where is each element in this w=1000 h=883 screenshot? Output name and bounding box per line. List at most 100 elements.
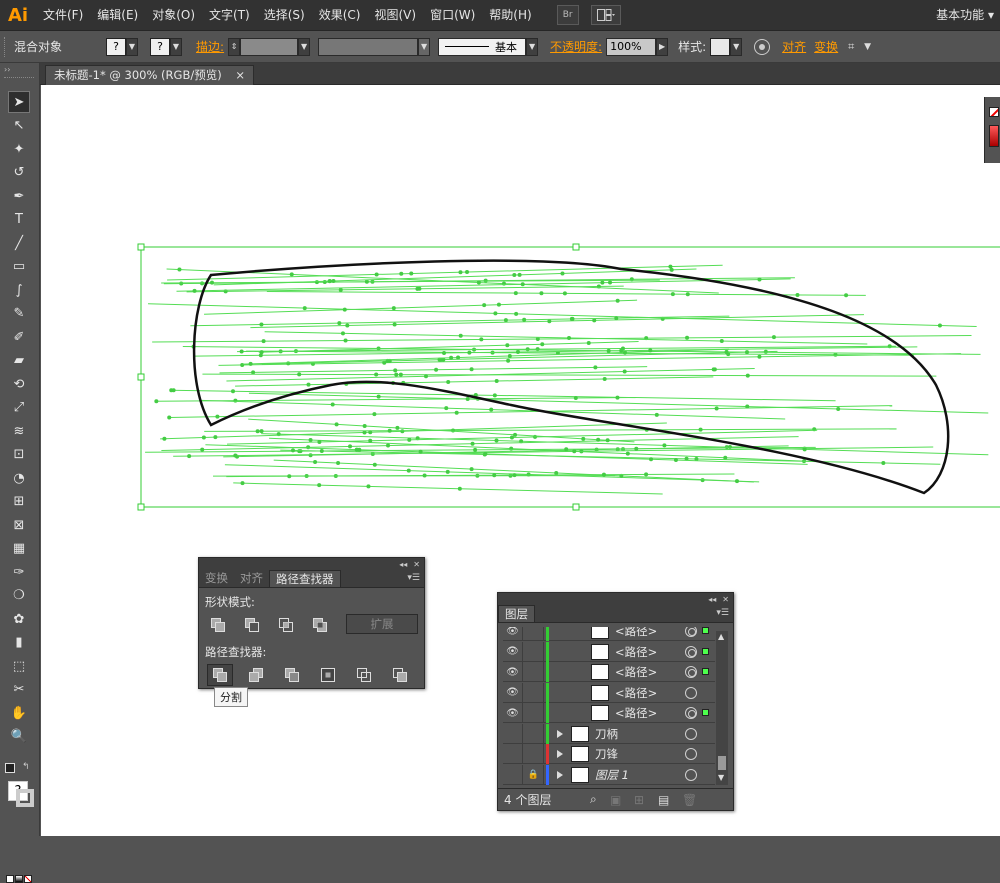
anchor-point[interactable] (547, 319, 551, 323)
anchor-point[interactable] (539, 291, 543, 295)
anchor-point[interactable] (202, 436, 206, 440)
anchor-point[interactable] (508, 354, 512, 358)
anchor-point[interactable] (746, 374, 750, 378)
chevron-down-icon[interactable]: ▼ (730, 38, 742, 56)
lock-toggle[interactable] (524, 662, 544, 682)
anchor-point[interactable] (715, 406, 719, 410)
rotate-tool-icon[interactable]: ⟲ (8, 373, 30, 395)
anchor-point[interactable] (757, 355, 761, 359)
anchor-point[interactable] (479, 337, 483, 341)
line-tool-icon[interactable]: ╱ (8, 232, 30, 254)
blend-path[interactable] (225, 465, 759, 482)
layer-name[interactable]: <路径> (615, 703, 657, 723)
layer-name[interactable]: 图层 1 (595, 765, 629, 785)
control-panel-menu-icon[interactable]: ▼ (864, 42, 871, 52)
anchor-point[interactable] (671, 292, 675, 296)
anchor-point[interactable] (482, 303, 486, 307)
target-circle-icon[interactable] (685, 728, 697, 740)
document-tab[interactable]: 未标题-1* @ 300% (RGB/预览) × (45, 65, 254, 85)
stroke-unknown-icon[interactable] (16, 789, 34, 807)
anchor-point[interactable] (444, 406, 448, 410)
anchor-point[interactable] (303, 306, 307, 310)
anchor-point[interactable] (685, 336, 689, 340)
anchor-point[interactable] (423, 474, 427, 478)
anchor-point[interactable] (331, 403, 335, 407)
layer-name[interactable]: <路径> (615, 627, 657, 641)
anchor-point[interactable] (512, 273, 516, 277)
blend-tool-icon[interactable]: ❍ (8, 585, 30, 607)
anchor-point[interactable] (670, 268, 674, 272)
path-row[interactable]: 👁<路径> (503, 703, 715, 723)
transform-link[interactable]: 变换 (814, 38, 838, 55)
eyedropper-tool-icon[interactable]: ✑ (8, 561, 30, 583)
anchor-point[interactable] (514, 312, 518, 316)
anchor-point[interactable] (483, 452, 487, 456)
anchor-point[interactable] (458, 270, 462, 274)
anchor-point[interactable] (713, 367, 717, 371)
anchor-point[interactable] (231, 389, 235, 393)
stroke-weight-stepper[interactable]: ⇕ (228, 38, 240, 56)
anchor-point[interactable] (655, 413, 659, 417)
delete-layer-icon[interactable]: 🗑 (682, 793, 702, 807)
anchor-point[interactable] (394, 373, 398, 377)
layer-row[interactable]: 刀锋 (503, 744, 715, 764)
anchor-point[interactable] (536, 347, 540, 351)
make-clipping-mask-icon[interactable]: ▣ (610, 793, 634, 807)
anchor-point[interactable] (331, 279, 335, 283)
anchor-point[interactable] (570, 317, 574, 321)
anchor-point[interactable] (451, 428, 455, 432)
anchor-point[interactable] (459, 334, 463, 338)
workspace-switcher[interactable]: 基本功能 ▾ (936, 0, 994, 31)
anchor-point[interactable] (442, 351, 446, 355)
anchor-point[interactable] (419, 450, 423, 454)
menu-help[interactable]: 帮助(H) (482, 0, 538, 31)
anchor-point[interactable] (366, 484, 370, 488)
anchor-point[interactable] (764, 350, 768, 354)
anchor-point[interactable] (213, 435, 217, 439)
artboard-tool-icon[interactable]: ⬚ (8, 655, 30, 677)
anchor-point[interactable] (504, 318, 508, 322)
bridge-button[interactable]: Br (557, 5, 579, 25)
anchor-point[interactable] (317, 440, 321, 444)
anchor-point[interactable] (470, 367, 474, 371)
anchor-point[interactable] (260, 350, 264, 354)
anchor-point[interactable] (177, 268, 181, 272)
anchor-point[interactable] (393, 323, 397, 327)
blend-object-paths[interactable] (145, 265, 988, 494)
magic-wand-tool-icon[interactable]: ✦ (8, 138, 30, 160)
menu-window[interactable]: 窗口(W) (423, 0, 482, 31)
anchor-point[interactable] (407, 438, 411, 442)
fill-swatch[interactable]: ? (106, 38, 126, 56)
anchor-point[interactable] (497, 303, 501, 307)
anchor-point[interactable] (344, 338, 348, 342)
anchor-point[interactable] (540, 342, 544, 346)
anchor-point[interactable] (510, 435, 514, 439)
anchor-point[interactable] (527, 472, 531, 476)
unite-button[interactable] (205, 614, 231, 636)
anchor-point[interactable] (606, 438, 610, 442)
anchor-point[interactable] (399, 272, 403, 276)
menu-type[interactable]: 文字(T) (202, 0, 257, 31)
anchor-point[interactable] (309, 438, 313, 442)
anchor-point[interactable] (455, 411, 459, 415)
anchor-point[interactable] (317, 483, 321, 487)
scroll-up-icon[interactable]: ▲ (718, 632, 724, 641)
lasso-tool-icon[interactable]: ↺ (8, 162, 30, 184)
collapse-toolbar-icon[interactable]: ›› (4, 65, 10, 74)
anchor-point[interactable] (328, 279, 332, 283)
layer-row[interactable]: 刀柄 (503, 724, 715, 744)
anchor-point[interactable] (297, 449, 301, 453)
anchor-point[interactable] (357, 448, 361, 452)
chevron-down-icon[interactable]: ▼ (298, 38, 310, 56)
anchor-point[interactable] (626, 452, 630, 456)
column-graph-tool-icon[interactable]: ▮ (8, 632, 30, 654)
layer-name[interactable]: <路径> (615, 683, 657, 703)
expand-button[interactable]: 扩展 (346, 614, 418, 634)
anchor-point[interactable] (514, 291, 518, 295)
anchor-point[interactable] (554, 471, 558, 475)
anchor-point[interactable] (596, 438, 600, 442)
selection-tool-icon[interactable]: ➤ (8, 91, 30, 113)
bounding-box-handles[interactable] (138, 244, 1000, 510)
anchor-point[interactable] (495, 438, 499, 442)
anchor-point[interactable] (686, 292, 690, 296)
